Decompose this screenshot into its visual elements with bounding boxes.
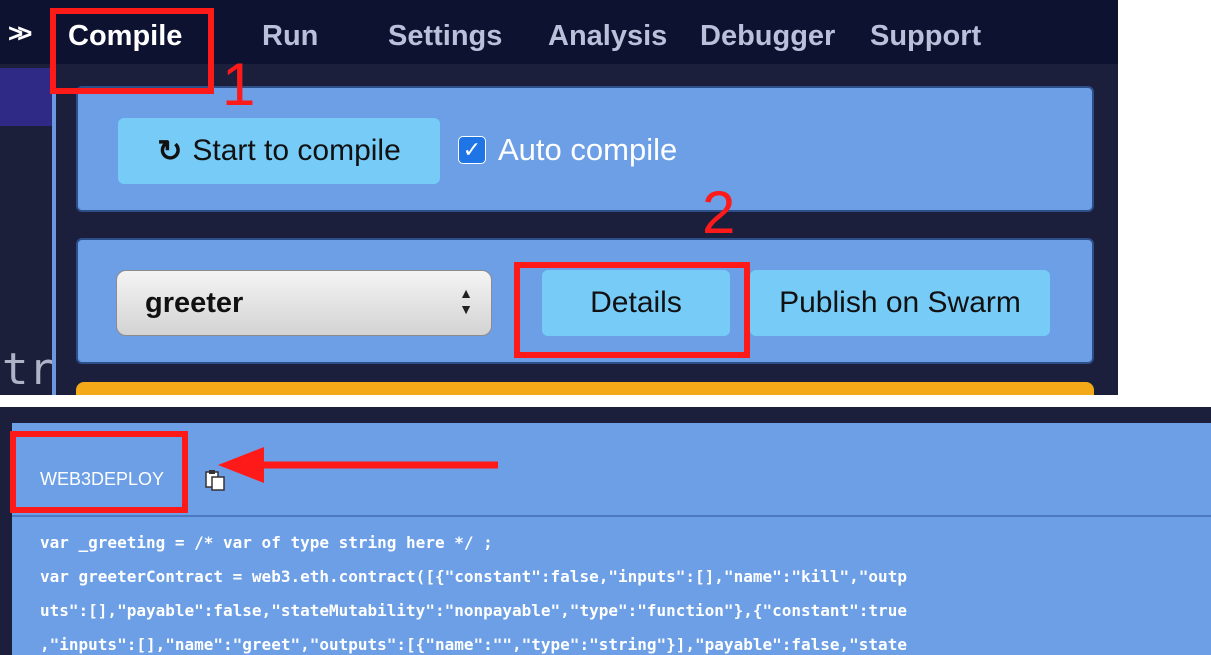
web3deploy-screenshot: WEB3DEPLOY var _greeting = /* var of typ… (0, 407, 1211, 655)
annotation-number-1: 1 (222, 51, 256, 118)
refresh-icon: ↻ (157, 134, 183, 168)
publish-on-swarm-label: Publish on Swarm (779, 286, 1021, 319)
tab-support[interactable]: Support (870, 20, 981, 53)
warning-panel-edge (76, 382, 1094, 395)
annotation-arrow-icon (218, 447, 498, 483)
contract-select[interactable]: greeter ▲ ▼ (116, 270, 492, 336)
editor-strip: tr (0, 64, 55, 395)
chevron-double-right-icon[interactable]: >> (8, 18, 33, 49)
editor-text-fragment: tr (2, 344, 55, 395)
code-line: var _greeting = /* var of type string he… (40, 533, 493, 552)
annotation-number-2: 2 (702, 179, 736, 246)
compile-screenshot: >> Compile Run Settings Analysis Debugge… (0, 0, 1118, 395)
editor-highlight (0, 68, 52, 126)
auto-compile-checkbox[interactable]: ✓ Auto compile (458, 132, 677, 168)
annotation-box-web3deploy (10, 431, 188, 513)
tab-run[interactable]: Run (262, 20, 318, 53)
start-to-compile-label: Start to compile (192, 134, 401, 167)
annotation-box-compile-tab (50, 8, 214, 94)
panel-divider[interactable] (52, 64, 56, 395)
annotation-box-details (514, 262, 750, 358)
tab-analysis[interactable]: Analysis (548, 20, 667, 53)
publish-on-swarm-button[interactable]: Publish on Swarm (750, 270, 1050, 336)
tab-settings[interactable]: Settings (388, 20, 502, 53)
code-line: uts":[],"payable":false,"stateMutability… (40, 601, 907, 620)
code-line: var greeterContract = web3.eth.contract(… (40, 567, 907, 586)
contract-select-value: greeter (145, 286, 244, 319)
tab-debugger[interactable]: Debugger (700, 20, 835, 53)
web3deploy-panel: WEB3DEPLOY var _greeting = /* var of typ… (12, 423, 1211, 655)
code-line: ,"inputs":[],"name":"greet","outputs":[{… (40, 635, 907, 654)
auto-compile-label: Auto compile (498, 132, 678, 167)
start-to-compile-button[interactable]: ↻ Start to compile (118, 118, 440, 184)
select-arrows-icon: ▲ ▼ (459, 285, 473, 317)
section-separator (12, 515, 1211, 517)
checkbox-checked-icon[interactable]: ✓ (458, 136, 486, 164)
